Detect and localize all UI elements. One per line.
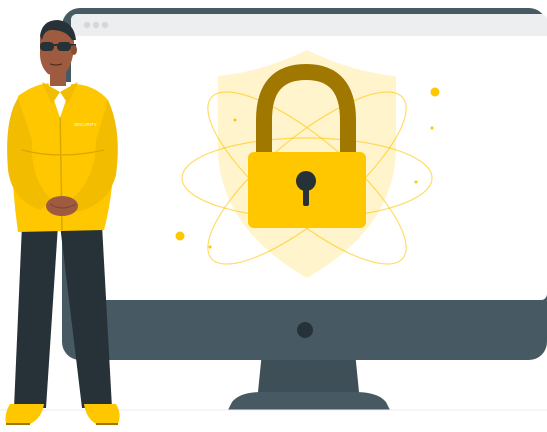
- browser-dot-3: [101, 21, 109, 29]
- browser-dot-2: [92, 21, 100, 29]
- browser-dot-1: [83, 21, 91, 29]
- security-illustration: SECURITY: [0, 8, 547, 425]
- jacket-badge-text: SECURITY: [74, 122, 97, 127]
- power-button-icon: [297, 322, 313, 338]
